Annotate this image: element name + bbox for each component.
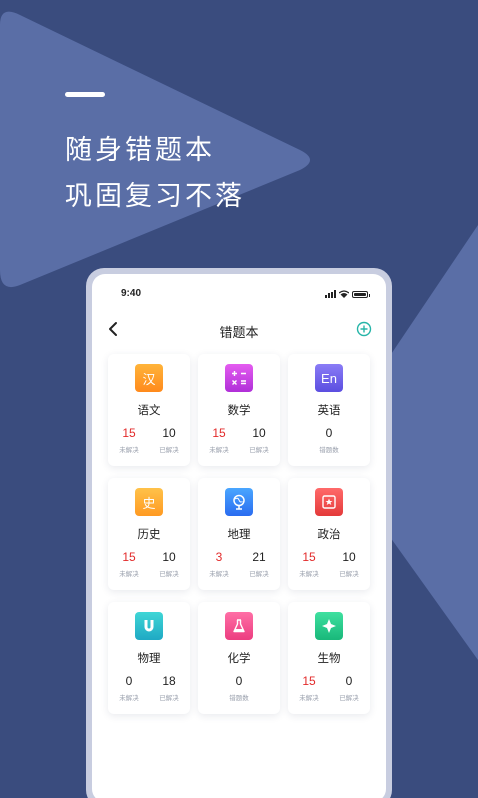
solved-count: 0 (345, 674, 353, 688)
nav-bar: 错题本 (92, 318, 386, 342)
solved-label: 已解决 (339, 570, 359, 578)
unsolved-count: 15 (122, 426, 136, 440)
solved-label: 已解决 (159, 446, 179, 454)
subject-card-biology[interactable]: 生物 15 未解决 0 已解决 (288, 602, 370, 714)
subject-name: 历史 (137, 527, 161, 541)
battery-icon (352, 290, 370, 298)
unsolved-count: 15 (122, 550, 136, 564)
wrong-count-label: 错题数 (229, 694, 249, 702)
wrong-count-label: 错题数 (319, 446, 339, 454)
unsolved-label: 未解决 (119, 446, 139, 454)
wrong-count: 0 (235, 674, 243, 688)
subject-name: 英语 (317, 403, 341, 417)
solved-label: 已解决 (159, 570, 179, 578)
page-title: 错题本 (219, 326, 259, 341)
subject-card-history[interactable]: 史 历史 15 未解决 10 已解决 (108, 478, 190, 590)
unsolved-label: 未解决 (299, 570, 319, 578)
subject-name: 数学 (227, 403, 251, 417)
subject-grid: 汉 语文 15 未解决 10 已解决 数学 15 未解决 10 已解决 En 英… (108, 354, 370, 714)
solved-count: 10 (342, 550, 356, 564)
phone-screen: 9:40 错题本 汉 语文 15 未解决 10 已解决 数学 15 未解决 10… (92, 274, 386, 798)
status-time: 9:40 (121, 288, 142, 299)
add-circle-icon[interactable] (356, 321, 372, 337)
subject-name: 物理 (137, 651, 161, 665)
subject-name: 政治 (317, 527, 341, 541)
solved-count: 10 (162, 550, 176, 564)
promo-subheadline: 巩固复习不落 (65, 181, 245, 212)
chinese-icon: 汉 (135, 364, 163, 392)
solved-label: 已解决 (249, 570, 269, 578)
globe-icon (225, 488, 253, 516)
solved-count: 21 (252, 550, 266, 564)
unsolved-label: 未解决 (209, 446, 229, 454)
solved-count: 10 (162, 426, 176, 440)
subject-card-politics[interactable]: 政治 15 未解决 10 已解决 (288, 478, 370, 590)
unsolved-label: 未解决 (119, 694, 139, 702)
promo-headline: 随身错题本 (65, 135, 215, 166)
unsolved-count: 15 (212, 426, 226, 440)
unsolved-label: 未解决 (119, 570, 139, 578)
subject-name: 地理 (227, 527, 251, 541)
subject-card-chemistry[interactable]: 化学 0 错题数 (198, 602, 280, 714)
wifi-icon (339, 290, 349, 298)
unsolved-count: 15 (302, 674, 316, 688)
solved-count: 18 (162, 674, 176, 688)
subject-card-geography[interactable]: 地理 3 未解决 21 已解决 (198, 478, 280, 590)
unsolved-count: 15 (302, 550, 316, 564)
history-icon: 史 (135, 488, 163, 516)
status-bar: 9:40 (92, 288, 386, 302)
subject-card-english[interactable]: En 英语 0 错题数 (288, 354, 370, 466)
solved-label: 已解决 (249, 446, 269, 454)
biology-icon (315, 612, 343, 640)
wrong-count: 0 (325, 426, 333, 440)
subject-card-math[interactable]: 数学 15 未解决 10 已解决 (198, 354, 280, 466)
unsolved-label: 未解决 (299, 694, 319, 702)
solved-label: 已解决 (339, 694, 359, 702)
solved-count: 10 (252, 426, 266, 440)
politics-icon (315, 488, 343, 516)
subject-card-physics[interactable]: 物理 0 未解决 18 已解决 (108, 602, 190, 714)
flask-icon (225, 612, 253, 640)
unsolved-count: 3 (215, 550, 223, 564)
subject-name: 生物 (317, 651, 341, 665)
phone-frame: 9:40 错题本 汉 语文 15 未解决 10 已解决 数学 15 未解决 10… (86, 268, 392, 798)
math-icon (225, 364, 253, 392)
subject-card-chinese[interactable]: 汉 语文 15 未解决 10 已解决 (108, 354, 190, 466)
unsolved-count: 0 (125, 674, 133, 688)
subject-name: 化学 (227, 651, 251, 665)
unsolved-label: 未解决 (209, 570, 229, 578)
english-icon: En (315, 364, 343, 392)
signal-icon (325, 290, 336, 298)
solved-label: 已解决 (159, 694, 179, 702)
magnet-icon (135, 612, 163, 640)
promo-dash (65, 92, 105, 97)
subject-name: 语文 (137, 403, 161, 417)
